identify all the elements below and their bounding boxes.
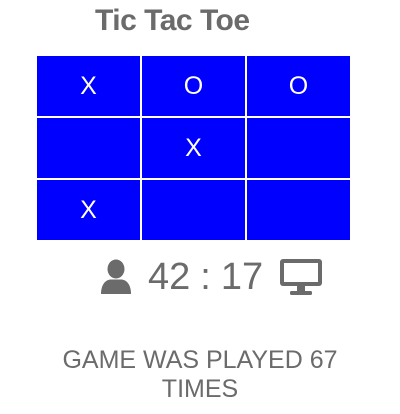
board-cell-6[interactable]	[247, 118, 350, 178]
game-page: Tic Tac Toe X O O X X 42 : 17 GAME WAS P…	[0, 0, 400, 414]
score-separator: :	[200, 256, 211, 298]
games-played-text: GAME WAS PLAYED 67 TIMES	[62, 346, 338, 403]
scoreboard: 42 : 17	[100, 255, 323, 299]
user-icon	[100, 259, 132, 295]
board-cell-3[interactable]: O	[247, 56, 350, 116]
board-cell-9[interactable]	[247, 180, 350, 240]
page-title: Tic Tac Toe	[95, 4, 250, 37]
player-score: 42	[148, 256, 191, 298]
computer-score: 17	[220, 256, 264, 298]
board-cell-4[interactable]	[37, 118, 140, 178]
desktop-computer-icon	[279, 258, 323, 296]
game-board: X O O X X	[37, 56, 351, 240]
board-cell-5[interactable]: X	[142, 118, 245, 178]
board-cell-7[interactable]: X	[37, 180, 140, 240]
board-cell-2[interactable]: O	[142, 56, 245, 116]
board-cell-1[interactable]: X	[37, 56, 140, 116]
board-cell-8[interactable]	[142, 180, 245, 240]
